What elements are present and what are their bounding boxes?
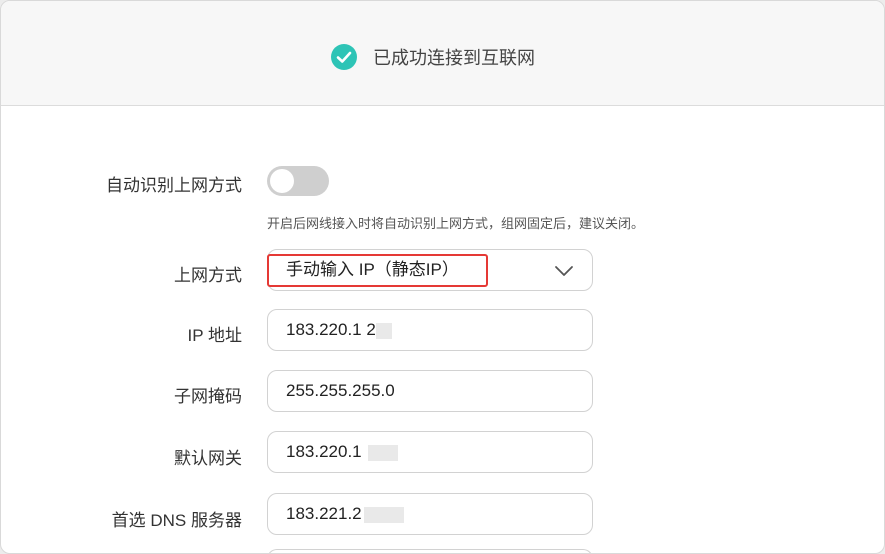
ip-address-label: IP 地址 (187, 326, 242, 345)
subnet-mask-input[interactable]: 255.255.255.0 (267, 370, 593, 412)
redaction-mask (368, 445, 398, 461)
gateway-label: 默认网关 (174, 449, 242, 468)
dns-primary-value: 183.221.2 0 (286, 504, 376, 523)
network-settings-panel: 已成功连接到互联网 自动识别上网方式 开启后网线接入时将自动识别上网方式，组网固… (0, 0, 885, 554)
redaction-mask (376, 323, 392, 339)
subnet-mask-value: 255.255.255.0 (286, 381, 395, 400)
connection-type-value: 手动输入 IP（静态IP） (286, 260, 459, 279)
ip-address-input[interactable]: 183.220.1 2 (267, 309, 593, 351)
gateway-input[interactable]: 183.220.1 (267, 431, 593, 473)
toggle-knob (270, 169, 294, 193)
chevron-down-icon[interactable] (554, 261, 574, 281)
gateway-value: 183.220.1 (286, 442, 362, 461)
connection-status-text: 已成功连接到互联网 (373, 48, 535, 68)
next-field-partial[interactable] (267, 549, 593, 553)
auto-detect-label: 自动识别上网方式 (106, 176, 242, 195)
ip-address-value: 183.220.1 2 (286, 320, 376, 339)
connection-status: 已成功连接到互联网 (331, 43, 535, 71)
check-circle-icon (331, 44, 357, 70)
dns-primary-input[interactable]: 183.221.2 0 (267, 493, 593, 535)
connection-status-bar: 已成功连接到互联网 (1, 1, 884, 106)
subnet-mask-label: 子网掩码 (174, 387, 242, 406)
dns-primary-label: 首选 DNS 服务器 (111, 511, 242, 530)
auto-detect-hint: 开启后网线接入时将自动识别上网方式，组网固定后，建议关闭。 (267, 216, 645, 231)
connection-type-select[interactable]: 手动输入 IP（静态IP） (267, 249, 593, 291)
redaction-mask (364, 507, 404, 523)
auto-detect-toggle[interactable] (267, 166, 329, 196)
connection-type-label: 上网方式 (174, 266, 242, 285)
